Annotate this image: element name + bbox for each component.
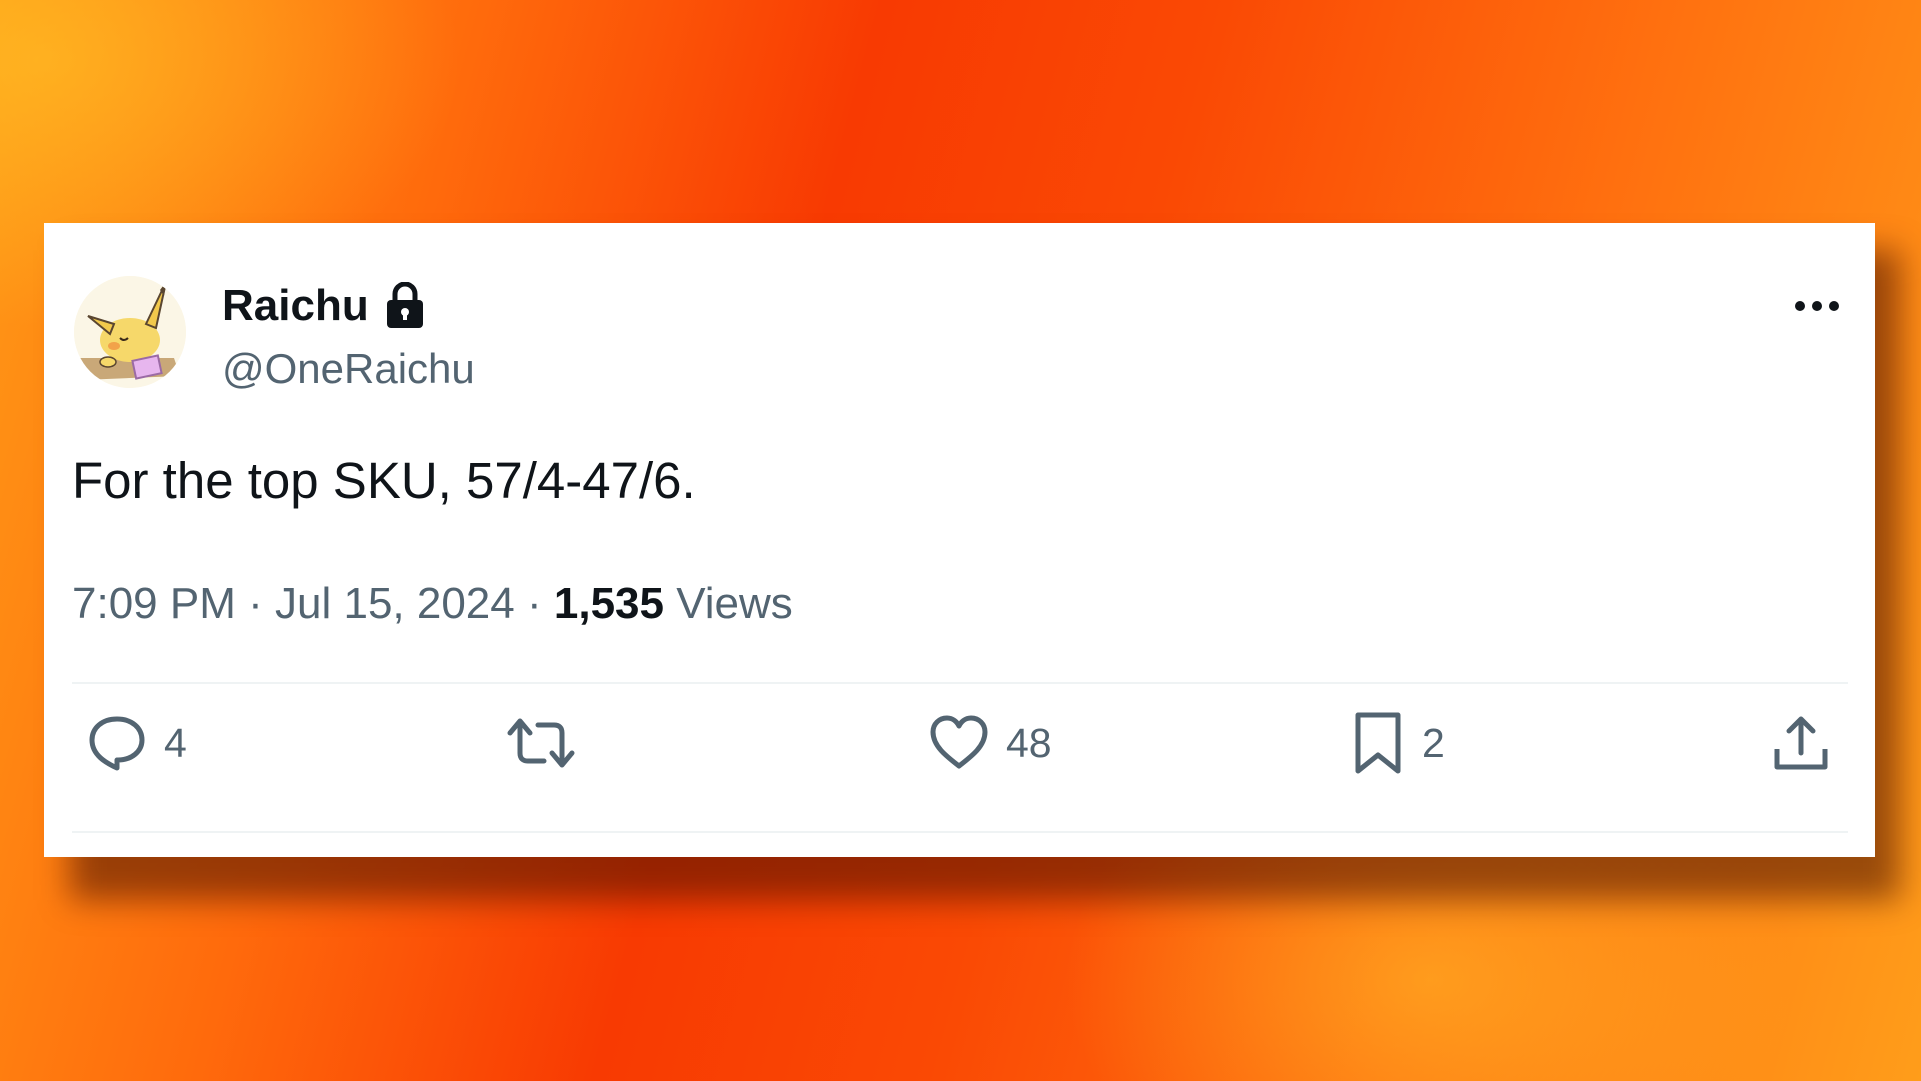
tweet-date[interactable]: Jul 15, 2024 <box>275 579 515 628</box>
reply-button[interactable]: 4 <box>86 693 187 793</box>
like-button[interactable]: 48 <box>928 693 1052 793</box>
bookmark-icon <box>1355 712 1401 774</box>
display-name-row[interactable]: Raichu <box>222 281 425 331</box>
user-handle[interactable]: @OneRaichu <box>222 345 475 393</box>
meta-separator: · <box>248 579 263 628</box>
bookmark-button[interactable]: 2 <box>1350 693 1445 793</box>
lock-icon <box>386 282 423 328</box>
tweet-time[interactable]: 7:09 PM <box>72 579 236 628</box>
tweet-card: Raichu @OneRaichu For the top SKU, 57/4-… <box>44 223 1875 857</box>
tweet-meta: 7:09 PM · Jul 15, 2024 · 1,535 Views <box>72 579 793 629</box>
views-count: 1,535 <box>553 579 664 628</box>
heart-icon <box>930 715 988 769</box>
like-count: 48 <box>1006 719 1052 766</box>
reply-count: 4 <box>164 719 187 766</box>
tweet-text: For the top SKU, 57/4-47/6. <box>72 452 696 509</box>
more-options-icon[interactable] <box>1792 291 1842 321</box>
action-bar: 4 48 2 <box>44 693 1875 793</box>
divider <box>72 831 1848 833</box>
avatar[interactable] <box>74 276 186 388</box>
reply-icon <box>89 716 145 771</box>
display-name[interactable]: Raichu <box>222 281 369 331</box>
bookmark-count: 2 <box>1422 719 1445 766</box>
views-label: Views <box>676 579 793 628</box>
divider <box>72 682 1848 684</box>
raichu-avatar-icon <box>74 276 186 388</box>
meta-separator: · <box>526 579 542 628</box>
retweet-icon <box>507 718 575 768</box>
share-icon <box>1774 716 1828 770</box>
retweet-button[interactable] <box>506 693 592 793</box>
share-button[interactable] <box>1771 693 1831 793</box>
